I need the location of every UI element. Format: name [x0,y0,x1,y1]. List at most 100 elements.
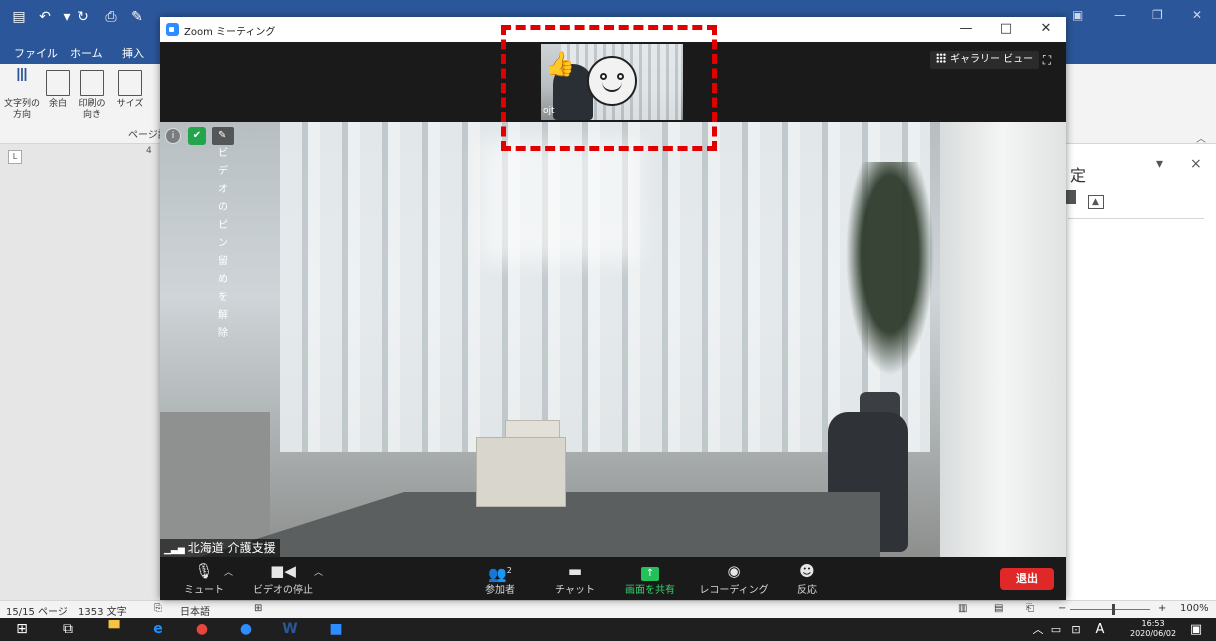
accessibility-icon[interactable]: ⊞ [254,603,262,614]
margins-icon [46,70,70,96]
picture-icon[interactable]: ▲ [1087,195,1104,209]
zoom-close-button[interactable]: ✕ [1036,20,1056,38]
video-window-light [480,142,640,262]
highlight-annotation-box [501,25,717,151]
start-icon[interactable]: ⊞ [12,620,32,639]
print-preview-icon[interactable]: ⎙ [102,8,120,26]
margins-button[interactable]: 余白 [40,68,76,110]
language-indicator[interactable]: 日本語 [180,603,210,618]
edit-icon[interactable]: ✎ [128,8,146,26]
record-label: レコーディング [699,585,769,596]
main-video-name-label: 北海道 介護支援 [187,541,276,555]
side-pane-divider [1068,218,1204,219]
zoom-level[interactable]: 100% [1180,603,1209,614]
size-icon [118,70,142,96]
side-pane [1066,144,1216,600]
tab-file[interactable]: ファイル [14,45,58,61]
size-button[interactable]: サイズ [110,68,150,110]
chrome-icon[interactable]: ● [192,620,212,639]
gallery-grid-icon [936,53,946,63]
zoom-slider-track [1070,609,1150,610]
chat-button[interactable]: ▬ チャット [550,561,600,596]
print-layout-icon[interactable]: ▤ [994,603,1003,614]
network-icon[interactable]: ▭ [1046,620,1066,639]
word-status-bar: 15/15 ページ 1353 文字 ⎘ 日本語 ⊞ ▥ ▤ ⎗ − + 100% [0,600,1216,618]
participants-button[interactable]: 👥2 参加者 [476,561,524,596]
reactions-label: 反応 [797,585,817,596]
side-pane-close-icon[interactable]: × [1190,156,1202,172]
margins-label: 余白 [48,99,67,109]
save-icon[interactable]: ▤ [10,8,28,26]
pin-icon: ✎ [218,130,227,141]
unpin-video-label: ビデオのピン留めを解除 [218,148,228,339]
notification-icon[interactable]: ▣ [1186,620,1206,639]
text-direction-icon: Ⅲ [15,65,29,86]
word-count[interactable]: 1353 文字 [78,603,127,618]
gallery-view-label: ギャラリー ビュー [950,54,1034,65]
ime-indicator[interactable]: A [1090,620,1110,639]
record-button[interactable]: ◉ レコーディング [698,561,770,596]
document-icon[interactable] [1066,190,1076,204]
chat-label: チャット [555,585,595,596]
security-shield-icon[interactable]: ✔ [188,127,206,145]
leave-meeting-button[interactable]: 退出 [1000,568,1054,590]
zoom-app-icon[interactable]: ● [236,620,256,639]
proofing-icon[interactable]: ⎘ [154,603,162,614]
chat-bubble-icon: ▬ [567,562,583,580]
task-view-icon[interactable]: ⧉ [58,620,78,639]
zoom-out-button[interactable]: − [1058,603,1066,614]
record-icon: ◉ [727,562,741,580]
stop-video-label: ビデオの停止 [253,585,313,596]
reactions-button[interactable]: ☻ 反応 [786,561,828,596]
word-minimize-icon[interactable]: — [1114,8,1126,22]
edge-icon[interactable]: e [148,620,168,639]
word-close-icon[interactable]: ✕ [1192,8,1202,22]
participants-label: 参加者 [485,585,515,596]
speaker-icon[interactable]: ⊡ [1066,620,1086,639]
video-options-caret-icon[interactable]: ︿ [314,565,323,578]
zoom-logo-icon [166,23,179,36]
tab-insert[interactable]: 挿入 [122,45,144,61]
reaction-emoji-icon: ☻ [799,562,815,580]
zoom-slider-thumb[interactable] [1112,604,1115,615]
undo-icon[interactable]: ↶ [36,8,54,26]
file-explorer-icon[interactable]: ▀ [104,620,124,639]
share-screen-button[interactable]: ↑ 画面を共有 [620,561,680,596]
zoom-meeting-toolbar: 🎙 ミュート ︿ ■◀ ビデオの停止 ︿ 👥2 参加者 ▬ チャット ↑ 画面を… [160,557,1066,600]
clock-date: 2020/06/02 [1130,629,1177,638]
side-pane-dropdown-icon[interactable]: ▾ [1156,156,1163,172]
text-direction-button[interactable]: Ⅲ 文字列の 方向 [4,65,41,121]
orientation-icon [80,70,104,96]
zoom-in-button[interactable]: + [1158,603,1166,614]
gallery-view-button[interactable]: ギャラリー ビュー [930,51,1040,69]
audio-options-caret-icon[interactable]: ︿ [224,565,233,578]
zoom-minimize-button[interactable]: — [956,20,976,38]
video-desk-left [160,412,270,557]
show-hidden-icons-icon[interactable]: ︿ [1028,620,1048,639]
participants-count: 2 [506,566,512,575]
zoom-meeting-icon[interactable]: ■ [326,620,346,639]
orientation-button[interactable]: 印刷の 向き [74,68,110,121]
share-screen-label: 画面を共有 [625,585,675,596]
main-video[interactable] [160,122,1066,557]
tab-selector[interactable]: L [8,150,22,164]
fullscreen-icon[interactable]: ⛶ [1040,53,1054,67]
page-count[interactable]: 15/15 ページ [6,603,68,618]
text-direction-label: 文字列の 方向 [4,99,41,120]
ribbon-display-icon[interactable]: ▣ [1072,8,1083,22]
unpin-video-button[interactable]: ✎ ビデオのピン留めを解除 [212,127,234,339]
taskbar-clock[interactable]: 16:53 2020/06/02 [1130,619,1176,639]
web-layout-icon[interactable]: ⎗ [1026,603,1034,614]
mute-label: ミュート [184,585,224,596]
redo-icon[interactable]: ↻ [74,8,92,26]
collapse-ribbon-icon[interactable]: ︿ [1196,130,1206,145]
word-app-icon[interactable]: W [280,620,300,639]
tab-home[interactable]: ホーム [70,45,103,61]
zoom-maximize-button[interactable]: □ [996,20,1016,38]
word-restore-icon[interactable]: ❐ [1152,8,1163,22]
meeting-info-icon[interactable]: i [165,128,181,144]
orientation-label: 印刷の 向き [78,99,106,120]
read-mode-icon[interactable]: ▥ [958,603,967,614]
mute-button[interactable]: 🎙 ミュート ︿ [176,561,233,596]
stop-video-button[interactable]: ■◀ ビデオの停止 ︿ [248,561,323,596]
